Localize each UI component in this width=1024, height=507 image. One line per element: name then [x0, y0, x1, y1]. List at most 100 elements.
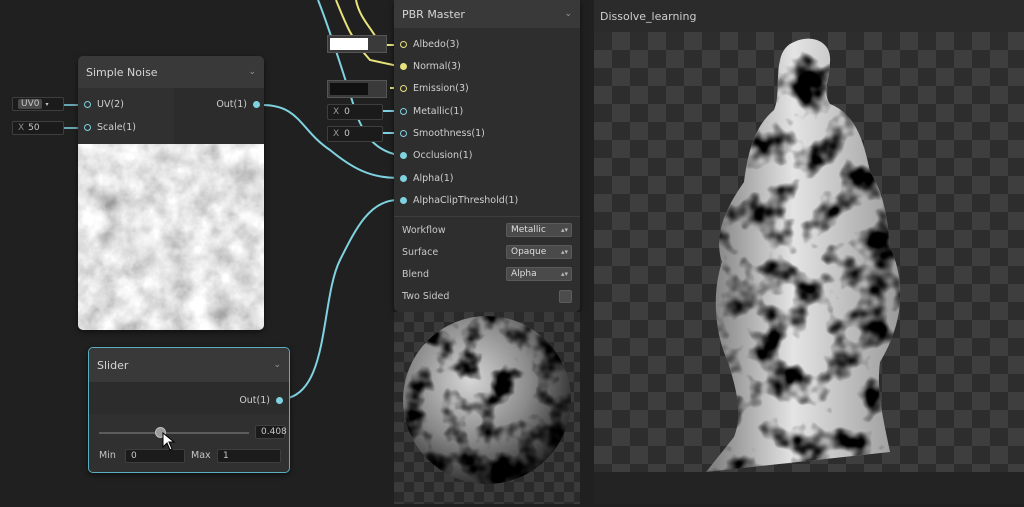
slider-value-field[interactable]: 0.408 [255, 425, 287, 439]
dropdown-arrow-icon: ▴▾ [560, 226, 568, 234]
alpha-clip-port-dot[interactable] [400, 196, 407, 204]
preview-bottom-bar [594, 472, 1024, 504]
uv-channel-field[interactable]: UV0 ▾ [12, 97, 64, 111]
material-preview[interactable] [394, 312, 580, 504]
preview-window[interactable]: Dissolve_learning [594, 0, 1024, 504]
slider-output-dot[interactable] [276, 396, 283, 404]
preview-window-title: Dissolve_learning [600, 9, 697, 23]
occlusion-port[interactable]: Occlusion(1) [400, 147, 472, 163]
scale-field[interactable]: X 50 [12, 121, 64, 135]
uv-channel-value: UV0 [18, 99, 43, 109]
surface-dropdown[interactable]: Opaque ▴▾ [506, 245, 572, 259]
uv-input-port[interactable]: UV(2) [84, 96, 124, 112]
workflow-label: Workflow [402, 224, 446, 236]
emission-label: Emission(3) [413, 82, 469, 94]
metallic-value: 0 [344, 107, 350, 117]
metallic-port-dot[interactable] [400, 107, 407, 115]
chevron-down-icon[interactable]: ⌄ [248, 67, 256, 77]
workflow-row: Workflow Metallic ▴▾ [394, 219, 580, 241]
albedo-port[interactable]: Albedo(3) [400, 36, 459, 52]
scale-port-dot[interactable] [84, 123, 91, 131]
uv-port-label: UV(2) [97, 98, 124, 110]
alpha-clip-port[interactable]: AlphaClipThreshold(1) [400, 192, 518, 208]
emission-port[interactable]: Emission(3) [400, 80, 469, 96]
noise-output-port[interactable]: Out(1) [216, 96, 260, 112]
scale-axis-label: X [18, 123, 25, 133]
chevron-down-icon[interactable]: ⌄ [564, 9, 572, 19]
smoothness-value: 0 [344, 129, 350, 139]
wire-slider-to-clip [279, 199, 399, 400]
blend-row: Blend Alpha ▴▾ [394, 263, 580, 285]
normal-port[interactable]: Normal(3) [400, 58, 461, 74]
scale-value: 50 [28, 123, 40, 133]
alpha-port-dot[interactable] [400, 174, 407, 182]
preview-viewport[interactable] [594, 32, 1024, 472]
pbr-master-node[interactable]: PBR Master ⌄ Albedo(3) Normal(3) Emissio… [394, 0, 580, 312]
occlusion-port-dot[interactable] [400, 151, 407, 159]
dropdown-arrow-icon: ▴▾ [560, 270, 568, 278]
albedo-color-swatch [330, 38, 368, 50]
two-sided-row: Two Sided [394, 285, 580, 307]
smoothness-port[interactable]: Smoothness(1) [400, 125, 485, 141]
blend-label: Blend [402, 268, 430, 280]
simple-noise-header[interactable]: Simple Noise ⌄ [78, 56, 264, 88]
slider-output-port[interactable]: Out(1) [239, 392, 283, 408]
albedo-port-dot[interactable] [400, 40, 407, 48]
noise-preview [78, 144, 264, 330]
simple-noise-node[interactable]: Simple Noise ⌄ UV(2) Scale(1) Out(1) [78, 56, 264, 330]
slider-value: 0.408 [261, 427, 287, 437]
slider-min-field[interactable]: 0 [125, 449, 185, 463]
surface-value: Opaque [511, 247, 547, 257]
alpha-label: Alpha(1) [413, 172, 454, 184]
emission-color-swatch [330, 83, 368, 95]
workflow-value: Metallic [511, 225, 546, 235]
settings-divider [394, 216, 580, 217]
smoothness-port-dot[interactable] [400, 129, 407, 137]
pbr-master-title: PBR Master [402, 7, 465, 21]
dropdown-arrow-icon: ▴▾ [560, 248, 568, 256]
blend-dropdown[interactable]: Alpha ▴▾ [506, 267, 572, 281]
emission-color-field[interactable] [327, 80, 387, 98]
surface-label: Surface [402, 246, 439, 258]
normal-label: Normal(3) [413, 60, 461, 72]
chevron-down-icon[interactable]: ⌄ [273, 360, 281, 370]
metallic-port[interactable]: Metallic(1) [400, 103, 463, 119]
noise-output-label: Out(1) [216, 98, 247, 110]
cursor-arrow-icon [162, 432, 176, 451]
scale-port-label: Scale(1) [97, 121, 137, 133]
occlusion-label: Occlusion(1) [413, 149, 473, 161]
surface-row: Surface Opaque ▴▾ [394, 241, 580, 263]
alpha-clip-label: AlphaClipThreshold(1) [413, 194, 519, 206]
alpha-port[interactable]: Alpha(1) [400, 170, 453, 186]
smoothness-label: Smoothness(1) [413, 127, 485, 139]
slider-node[interactable]: Slider ⌄ Out(1) 0.408 Min 0 Max 1 [88, 347, 290, 473]
two-sided-checkbox[interactable] [559, 289, 572, 303]
uv-port-dot[interactable] [84, 100, 91, 108]
noise-output-dot[interactable] [253, 100, 260, 108]
preview-sphere [403, 316, 571, 484]
albedo-label: Albedo(3) [413, 38, 460, 50]
scale-input-port[interactable]: Scale(1) [84, 119, 136, 135]
wire-normal [335, 0, 399, 67]
dropdown-arrow-icon: ▾ [45, 100, 49, 108]
two-sided-label: Two Sided [402, 290, 450, 302]
metallic-label: Metallic(1) [413, 105, 464, 117]
simple-noise-title: Simple Noise [86, 65, 158, 79]
slider-min-label: Min [99, 450, 116, 461]
slider-body [89, 414, 289, 472]
preview-window-titlebar[interactable]: Dissolve_learning [594, 0, 1024, 32]
slider-max-label: Max [191, 450, 211, 461]
albedo-color-field[interactable] [327, 35, 387, 53]
slider-title: Slider [97, 358, 129, 372]
normal-port-dot[interactable] [400, 62, 407, 70]
slider-max-value: 1 [223, 451, 229, 461]
metallic-field[interactable]: X 0 [327, 104, 383, 120]
metallic-axis-label: X [333, 107, 340, 117]
smoothness-field[interactable]: X 0 [327, 126, 383, 142]
slider-max-field[interactable]: 1 [217, 449, 281, 463]
statue-render [706, 38, 901, 472]
pbr-master-header[interactable]: PBR Master ⌄ [394, 0, 580, 28]
workflow-dropdown[interactable]: Metallic ▴▾ [506, 223, 572, 237]
slider-header[interactable]: Slider ⌄ [89, 348, 289, 382]
emission-port-dot[interactable] [400, 84, 407, 92]
